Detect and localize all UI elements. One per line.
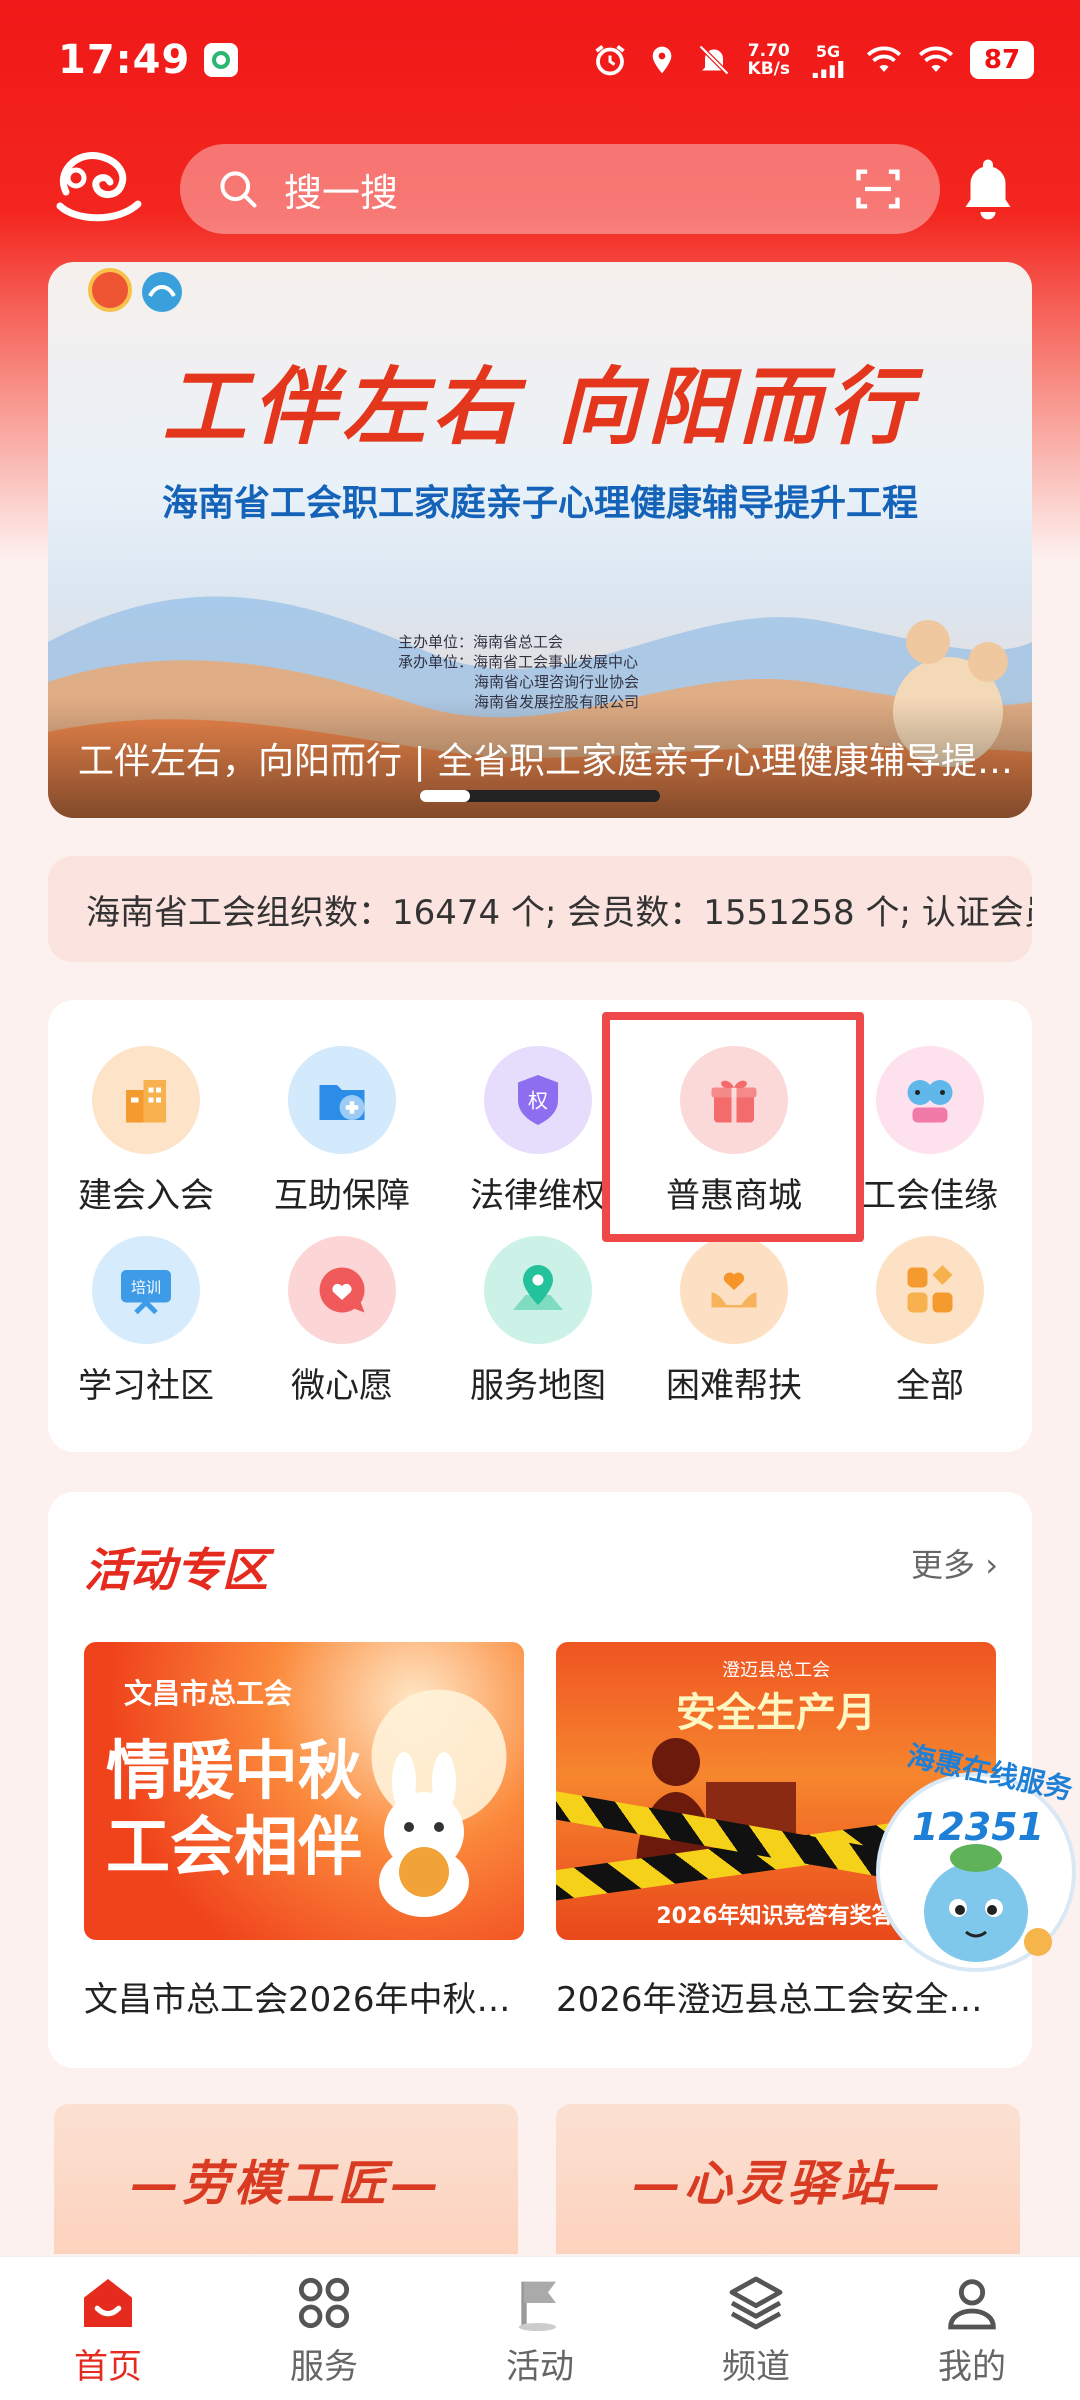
service-label: 微心愿 — [291, 1366, 393, 1406]
status-time: 17:49 — [58, 37, 191, 83]
banner-logos — [88, 268, 186, 316]
mute-bell-icon — [696, 42, 732, 78]
service-wei-xinyuan[interactable]: 微心愿 — [244, 1236, 440, 1416]
activity-card-1-image[interactable]: 文昌市总工会 情暖中秋 工会相伴 — [84, 1642, 524, 1940]
service-label: 学习社区 — [78, 1366, 214, 1406]
activity-card-1-org: 文昌市总工会 — [124, 1677, 293, 1710]
union-emblem-icon — [88, 268, 132, 312]
nav-label: 我的 — [938, 2347, 1006, 2387]
banner-caption: 工伴左右，向阳而行 | 全省职工家庭亲子心理健康辅导提升工程 — [78, 741, 1018, 782]
nav-label: 活动 — [506, 2347, 574, 2387]
user-icon — [948, 2279, 996, 2330]
promo-text: —劳模工匠— — [129, 2156, 442, 2212]
battery-indicator: 87 — [970, 41, 1034, 79]
building-icon — [92, 1046, 200, 1154]
nav-services[interactable]: 服务 — [216, 2257, 432, 2400]
highlight-box — [602, 1012, 864, 1242]
nav-label: 首页 — [74, 2347, 142, 2387]
service-label: 困难帮扶 — [666, 1366, 802, 1406]
mascot-couple-icon — [876, 1046, 984, 1154]
svg-text:权: 权 — [528, 1089, 548, 1113]
heart-bubble-icon — [288, 1236, 396, 1344]
medical-folder-icon — [288, 1046, 396, 1154]
wifi-icon — [866, 42, 902, 78]
layers-icon — [729, 2276, 783, 2330]
header: 搜一搜 — [0, 140, 1080, 236]
grid-all-icon — [876, 1236, 984, 1344]
service-kunnan-bangfu[interactable]: 困难帮扶 — [636, 1236, 832, 1416]
banner-headline: 工伴左右 向阳而行 — [162, 357, 918, 456]
service-label: 建会入会 — [78, 1176, 214, 1216]
signal-icon: 5G — [806, 42, 850, 78]
location-icon — [644, 42, 680, 78]
service-label: 服务地图 — [470, 1366, 606, 1406]
activity-card-2-title: 安全生产月 — [676, 1690, 876, 1736]
status-icons: 7.70 KB/s 5G 87 — [592, 41, 1034, 79]
nav-home[interactable]: 首页 — [0, 2257, 216, 2400]
flag-icon — [518, 2281, 556, 2331]
service-label: 互助保障 — [274, 1176, 410, 1216]
promo-laomo-gongjiang[interactable]: —劳模工匠— — [54, 2104, 518, 2254]
banner-page-indicator — [420, 790, 660, 802]
activity-card-2-org: 澄迈县总工会 — [722, 1660, 830, 1681]
nav-label: 服务 — [290, 2347, 358, 2387]
notification-bell-icon[interactable] — [958, 154, 1018, 220]
online-service-float-button[interactable]: 海惠在线服务 12351 — [868, 1739, 1078, 1978]
training-board-icon: 培训 — [92, 1236, 200, 1344]
banner-indicator-active — [420, 790, 470, 802]
nav-activities[interactable]: 活动 — [432, 2257, 648, 2400]
search-input[interactable]: 搜一搜 — [180, 144, 940, 234]
services-grid-icon — [298, 2277, 350, 2329]
home-icon — [84, 2279, 132, 2327]
map-pin-icon — [484, 1236, 592, 1344]
activity-card-1-caption[interactable]: 文昌市总工会2026年中秋活动 — [84, 1972, 524, 2021]
alarm-icon — [592, 42, 628, 78]
partner-logo-icon — [142, 272, 182, 312]
activity-card-2-caption[interactable]: 2026年澄迈县总工会安全生产月 — [556, 1972, 996, 2021]
service-xuexi-shequ[interactable]: 培训 学习社区 — [48, 1236, 244, 1416]
svg-text:培训: 培训 — [131, 1279, 161, 1297]
scan-icon[interactable] — [852, 163, 904, 215]
nav-label: 频道 — [722, 2347, 790, 2387]
rabbit-mooncake-icon — [379, 1752, 469, 1917]
nav-channels[interactable]: 频道 — [648, 2257, 864, 2400]
net-speed: 7.70 KB/s — [747, 41, 790, 79]
hands-heart-icon — [680, 1236, 788, 1344]
app-logo — [56, 152, 142, 222]
svg-text:12351: 12351 — [912, 1805, 1044, 1849]
bottom-navigation: 首页 服务 活动 频道 我的 — [0, 2256, 1080, 2400]
search-icon — [220, 171, 257, 208]
activity-title: 活动专区 — [84, 1543, 268, 1597]
promo-xinling-yizhan[interactable]: —心灵驿站— — [556, 2104, 1020, 2254]
promo-text: —心灵驿站— — [631, 2156, 944, 2212]
search-placeholder: 搜一搜 — [284, 170, 399, 215]
shield-rights-icon: 权 — [484, 1046, 592, 1154]
activity-card-1-line2: 工会相伴 — [106, 1810, 362, 1885]
service-label: 全部 — [896, 1366, 964, 1406]
service-fuwu-ditu[interactable]: 服务地图 — [440, 1236, 636, 1416]
service-quanbu[interactable]: 全部 — [832, 1236, 1028, 1416]
stats-ticker: 海南省工会组织数：16474 个; 会员数：1551258 个; 认证会员数 — [48, 856, 1032, 962]
status-bar: 17:49 7.70 KB/s 5G 87 — [0, 0, 1080, 120]
nav-profile[interactable]: 我的 — [864, 2257, 1080, 2400]
service-jianhui-ruhui[interactable]: 建会入会 — [48, 1046, 244, 1226]
stats-ticker-text: 海南省工会组织数：16474 个; 会员数：1551258 个; 认证会员数 — [86, 892, 1032, 933]
app-notification-icon — [204, 43, 239, 77]
service-mascot-icon: 海惠在线服务 12351 — [876, 1739, 1076, 1972]
activity-more-link[interactable]: 更多 › — [911, 1540, 998, 1586]
wifi-icon-2 — [918, 42, 954, 78]
banner-subhead: 海南省工会职工家庭亲子心理健康辅导提升工程 — [161, 483, 918, 524]
hero-banner[interactable]: 工伴左右 向阳而行 海南省工会职工家庭亲子心理健康辅导提升工程 主办单位：海南省… — [48, 262, 1032, 818]
service-huzhu-baozhang[interactable]: 互助保障 — [244, 1046, 440, 1226]
